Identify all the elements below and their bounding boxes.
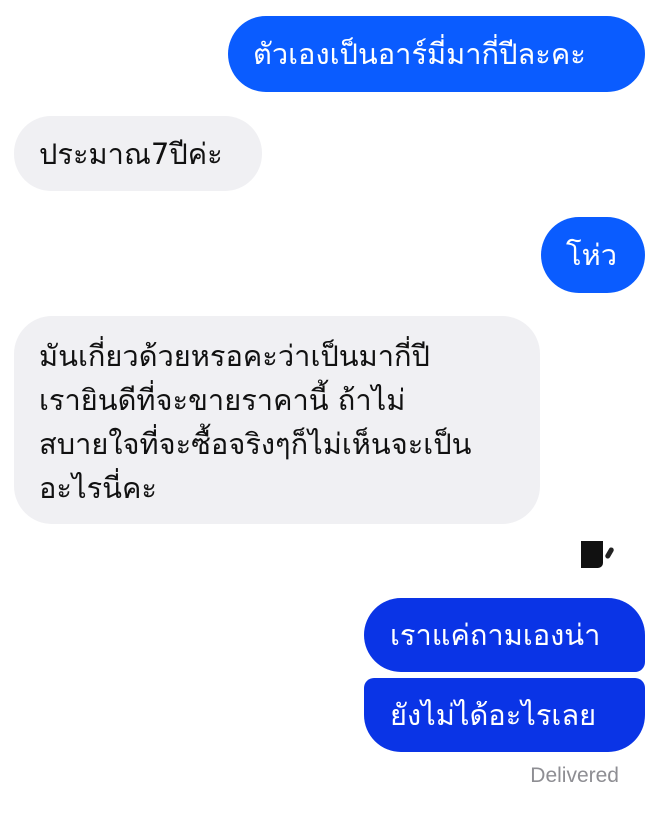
message-text-line: อะไรนี่คะ <box>39 471 157 505</box>
delivery-status: Delivered <box>530 764 619 787</box>
reaction-icon[interactable] <box>581 541 603 568</box>
message-text: เราแค่ถามเองน่า <box>390 618 601 652</box>
message-text: ตัวเองเป็นอาร์มี่มากี่ปีละคะ <box>253 37 586 71</box>
message-text: โห่ว <box>566 238 617 272</box>
message-text-line: เรายินดีที่จะขายราคานี้ ถ้าไม่ <box>39 383 406 417</box>
received-message-bubble[interactable]: มันเกี่ยวด้วยหรอคะว่าเป็นมากี่ปี เรายินด… <box>14 316 540 524</box>
received-message-bubble[interactable]: ประมาณ7ปีค่ะ <box>14 116 262 191</box>
sent-message-bubble[interactable]: ตัวเองเป็นอาร์มี่มากี่ปีละคะ <box>228 16 645 92</box>
message-text: ยังไม่ได้อะไรเลย <box>390 698 597 732</box>
message-text: ประมาณ7ปีค่ะ <box>39 137 223 171</box>
sent-message-bubble[interactable]: โห่ว <box>541 217 645 293</box>
message-text-line: มันเกี่ยวด้วยหรอคะว่าเป็นมากี่ปี <box>39 339 430 373</box>
sent-message-bubble[interactable]: ยังไม่ได้อะไรเลย <box>364 678 645 752</box>
message-text-line: สบายใจที่จะซื้อจริงๆก็ไม่เห็นจะเป็น <box>39 427 472 461</box>
sent-message-bubble[interactable]: เราแค่ถามเองน่า <box>364 598 645 672</box>
